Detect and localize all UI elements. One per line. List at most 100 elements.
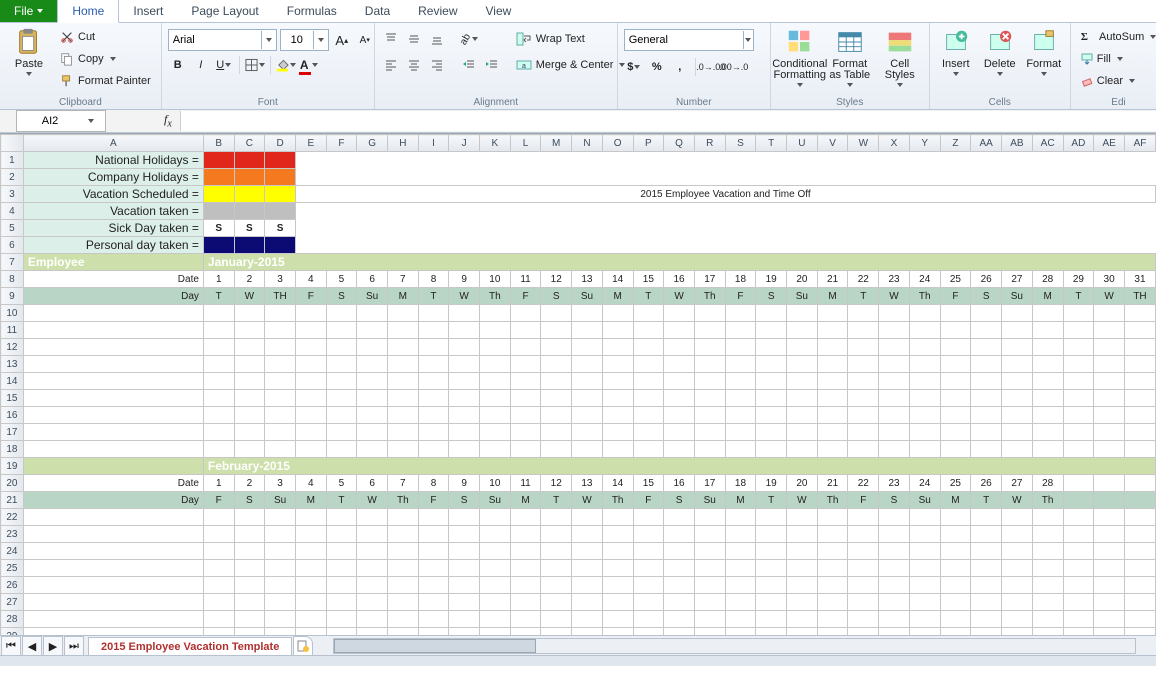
- tab-formulas[interactable]: Formulas: [273, 0, 351, 22]
- group-cells: Insert Delete Format Cells: [930, 23, 1071, 109]
- formula-input[interactable]: [180, 111, 1156, 131]
- tab-file[interactable]: File: [0, 0, 57, 22]
- new-sheet-button[interactable]: [293, 636, 313, 656]
- group-editing: Σ AutoSum Fill Clear Edi: [1071, 23, 1156, 109]
- paste-button[interactable]: Paste: [6, 25, 52, 93]
- tab-view[interactable]: View: [472, 0, 526, 22]
- grid[interactable]: ABCDEFGHIJKLMNOPQRSTUVWXYZAAABACADAEAF1N…: [0, 134, 1156, 645]
- align-right-button[interactable]: [427, 55, 447, 75]
- insert-cells-button[interactable]: Insert: [936, 25, 976, 93]
- comma-button[interactable]: ,: [670, 57, 690, 77]
- bucket-icon: [276, 58, 289, 72]
- chevron-down-icon: [634, 65, 640, 69]
- cut-button[interactable]: Cut: [56, 27, 155, 47]
- number-format-combo[interactable]: [624, 29, 754, 51]
- accounting-format-button[interactable]: $: [624, 57, 644, 77]
- format-as-table-button[interactable]: Format as Table: [827, 25, 873, 93]
- font-size-input[interactable]: [281, 31, 313, 49]
- tab-home[interactable]: Home: [57, 0, 119, 23]
- delete-icon: [985, 27, 1015, 57]
- chevron-down-icon: [110, 57, 116, 61]
- percent-button[interactable]: %: [647, 57, 667, 77]
- tab-data[interactable]: Data: [351, 0, 404, 22]
- chevron-down-icon: [1041, 72, 1047, 76]
- grow-font-button[interactable]: A▴: [332, 30, 352, 50]
- cell-styles-icon: [885, 27, 915, 57]
- decrease-indent-button[interactable]: [459, 55, 479, 75]
- merge-icon: a: [516, 58, 532, 72]
- first-sheet-button[interactable]: ⏮: [1, 636, 21, 656]
- align-center-button[interactable]: [404, 55, 424, 75]
- orientation-button[interactable]: ab: [459, 29, 479, 49]
- ribbon: Paste Cut Copy Format Painter Clipboard …: [0, 23, 1156, 110]
- wrap-text-button[interactable]: Wrap Text: [512, 29, 630, 49]
- bold-button[interactable]: B: [168, 55, 188, 75]
- conditional-formatting-button[interactable]: Conditional Formatting: [777, 25, 823, 93]
- increase-decimal-button[interactable]: .0→.00: [701, 57, 721, 77]
- increase-indent-button[interactable]: [482, 55, 502, 75]
- prev-sheet-button[interactable]: ◀: [22, 636, 42, 656]
- number-format-input[interactable]: [625, 31, 743, 49]
- font-name-input[interactable]: [169, 31, 261, 49]
- font-size-combo[interactable]: [280, 29, 329, 51]
- align-bottom-button[interactable]: [427, 29, 447, 49]
- align-top-icon: [384, 32, 398, 46]
- tab-insert[interactable]: Insert: [119, 0, 177, 22]
- chevron-down-icon[interactable]: [743, 31, 753, 49]
- copy-button[interactable]: Copy: [56, 49, 155, 69]
- worksheet[interactable]: ABCDEFGHIJKLMNOPQRSTUVWXYZAAABACADAEAF1N…: [0, 133, 1156, 666]
- group-font: A▴ A▾ B I U A Font: [162, 23, 375, 109]
- chevron-down-icon: [26, 72, 32, 76]
- fx-icon[interactable]: fx: [164, 112, 172, 129]
- last-sheet-button[interactable]: ⏭: [64, 636, 84, 656]
- font-color-button[interactable]: A: [299, 55, 319, 75]
- eraser-icon: [1081, 75, 1093, 87]
- next-sheet-button[interactable]: ▶: [43, 636, 63, 656]
- table-icon: [835, 27, 865, 57]
- borders-button[interactable]: [245, 55, 265, 75]
- tab-page-layout[interactable]: Page Layout: [177, 0, 272, 22]
- insert-icon: [941, 27, 971, 57]
- underline-button[interactable]: U: [214, 55, 234, 75]
- chevron-down-icon[interactable]: [83, 119, 99, 123]
- group-clipboard-label: Clipboard: [6, 97, 155, 109]
- name-box-input[interactable]: [17, 114, 83, 128]
- chevron-down-icon: [797, 83, 803, 87]
- delete-cells-button[interactable]: Delete: [980, 25, 1020, 93]
- group-editing-label: Edi: [1077, 97, 1156, 109]
- fill-button[interactable]: Fill: [1077, 49, 1156, 69]
- align-middle-button[interactable]: [404, 29, 424, 49]
- outdent-icon: [462, 58, 476, 72]
- shrink-font-button[interactable]: A▾: [355, 30, 375, 50]
- align-center-icon: [407, 58, 421, 72]
- cell-styles-button[interactable]: Cell Styles: [877, 25, 923, 93]
- autosum-button[interactable]: Σ AutoSum: [1077, 27, 1156, 47]
- align-middle-icon: [407, 32, 421, 46]
- chevron-down-icon: [290, 63, 296, 67]
- align-top-button[interactable]: [381, 29, 401, 49]
- tab-review[interactable]: Review: [404, 0, 471, 22]
- fill-down-icon: [1081, 53, 1093, 65]
- chevron-down-icon[interactable]: [261, 31, 276, 49]
- chevron-down-icon: [1150, 35, 1156, 39]
- indent-icon: [485, 58, 499, 72]
- italic-button[interactable]: I: [191, 55, 211, 75]
- horizontal-scrollbar[interactable]: [333, 638, 1136, 654]
- sheet-tab[interactable]: 2015 Employee Vacation Template: [88, 637, 292, 656]
- group-number: $ % , .0→.00 .00→.0 Number: [618, 23, 771, 109]
- scrollbar-thumb[interactable]: [334, 639, 536, 653]
- align-left-button[interactable]: [381, 55, 401, 75]
- chevron-down-icon[interactable]: [313, 31, 328, 49]
- chevron-down-icon: [1117, 57, 1123, 61]
- merge-center-button[interactable]: aMerge & Center: [512, 55, 630, 75]
- format-cells-button[interactable]: Format: [1024, 25, 1064, 93]
- font-name-combo[interactable]: [168, 29, 277, 51]
- tab-file-label: File: [14, 4, 33, 18]
- format-painter-button[interactable]: Format Painter: [56, 71, 155, 91]
- decrease-decimal-button[interactable]: .00→.0: [724, 57, 744, 77]
- fill-color-button[interactable]: [276, 55, 296, 75]
- align-left-icon: [384, 58, 398, 72]
- name-box[interactable]: [16, 110, 106, 132]
- new-sheet-icon: [297, 640, 309, 652]
- clear-button[interactable]: Clear: [1077, 71, 1156, 91]
